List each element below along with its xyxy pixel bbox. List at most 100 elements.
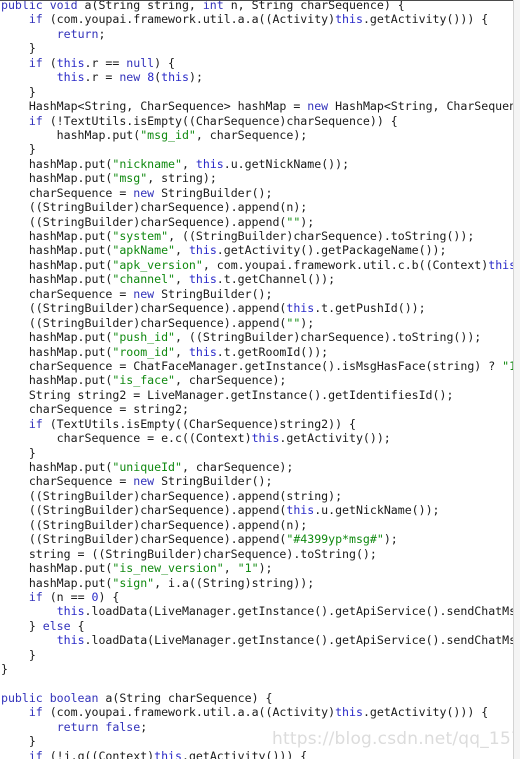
code-token-pln: (TextUtils.isEmpty((CharSequence)string2… — [42, 416, 356, 431]
code-line: this.loadData(LiveManager.getInstance().… — [0, 633, 513, 647]
code-token-pln: charSequence = e.c((Context) — [1, 431, 252, 446]
code-token-kw: new — [119, 70, 141, 85]
code-token-str: "channel" — [112, 272, 176, 287]
code-line: if (TextUtils.isEmpty((CharSequence)stri… — [0, 417, 513, 431]
code-token-str: "sign" — [112, 575, 155, 590]
code-token-pln: , — [175, 272, 189, 287]
code-line: hashMap.put("sign", i.a((String)string))… — [0, 576, 513, 590]
code-token-pln: charSequence = — [1, 286, 134, 301]
code-token-pln: .u.getNickName()); — [223, 156, 350, 171]
code-token-pln: hashMap.put( — [1, 561, 113, 576]
code-token-pln: hashMap.put( — [1, 243, 113, 258]
code-token-pln: HashMap<String, CharSequence — [328, 99, 513, 114]
code-token-pln: .r = — [84, 70, 120, 85]
code-line: this.loadData(LiveManager.getInstance().… — [0, 604, 513, 618]
code-token-pln: hashMap.put( — [1, 127, 141, 142]
code-token-pln: hashMap.put( — [1, 156, 113, 171]
code-token-kw: int — [202, 0, 224, 12]
code-line: if (com.youpai.framework.util.a.a((Activ… — [0, 12, 513, 26]
code-token-pln: { — [70, 618, 85, 633]
code-line: } — [0, 41, 513, 55]
code-line: hashMap.put("is_new_version", "1"); — [0, 561, 513, 575]
code-token-str: "is_new_version" — [112, 561, 224, 576]
code-line: } — [0, 734, 513, 748]
code-token-pln: , — [223, 561, 238, 576]
code-token-pln: ((StringBuilder)charSequence).append( — [1, 532, 287, 547]
code-token-pln — [1, 590, 29, 604]
code-token-pln: (n == — [42, 589, 92, 604]
code-token-str: "room_id" — [112, 344, 176, 359]
code-token-pln — [1, 114, 29, 128]
code-line: hashMap.put("push_id", ((StringBuilder)c… — [0, 330, 513, 344]
code-token-pln: } — [1, 618, 43, 633]
code-token-this: this — [251, 431, 280, 446]
code-viewer[interactable]: public void a(String string, int n, Stri… — [0, 0, 520, 759]
code-token-this: this — [188, 344, 217, 359]
code-token-pln: , charSequence); — [181, 460, 294, 474]
code-token-str: "push_id" — [112, 330, 176, 345]
code-token-kw: if — [28, 748, 43, 759]
vertical-scrollbar-track[interactable] — [513, 0, 520, 759]
code-token-this: this — [286, 503, 315, 518]
code-token-pln: .getActivity())) { — [362, 12, 489, 27]
code-token-pln: } — [1, 41, 36, 56]
code-line: ((StringBuilder)charSequence).append(thi… — [0, 301, 513, 315]
code-line: if (!j.g((Context)this.getActivity())) { — [0, 749, 513, 759]
code-token-pln: .t.getRoomId()); — [216, 344, 329, 359]
code-token-pln: a(String charSequence) { — [98, 691, 273, 705]
code-line: hashMap.put("apk_version", com.youpai.fr… — [0, 258, 513, 272]
code-token-pln: ) { — [98, 589, 120, 604]
code-token-pln: } — [1, 142, 36, 157]
code-token-kw: if — [28, 113, 43, 128]
code-line: if (com.youpai.framework.util.a.a((Activ… — [0, 705, 513, 719]
code-token-pln — [1, 604, 57, 618]
code-token-pln: hashMap.put( — [1, 373, 113, 388]
code-token-kw: if — [28, 55, 43, 70]
code-line: ((StringBuilder)charSequence).append("")… — [0, 316, 513, 330]
code-token-pln: charSequence = — [1, 185, 134, 200]
code-token-pln: String string2 = LiveManager.getInstance… — [1, 387, 454, 402]
code-token-str: "" — [286, 315, 301, 330]
code-token-this: this — [56, 55, 85, 70]
code-line: } — [0, 142, 513, 156]
code-line: charSequence = ChatFaceManager.getInstan… — [0, 359, 513, 373]
code-token-pln — [1, 27, 57, 41]
code-token-pln: StringBuilder(); — [154, 185, 273, 200]
code-line: hashMap.put("is_face", charSequence); — [0, 373, 513, 387]
code-token-str: "apk_version" — [112, 257, 203, 272]
code-token-str: "msg_id" — [140, 127, 196, 142]
code-token-kw: return — [56, 26, 99, 41]
code-token-this: this — [286, 301, 315, 316]
code-token-kw: new — [307, 99, 329, 114]
code-line: HashMap<String, CharSequence> hashMap = … — [0, 99, 513, 113]
code-line: ((StringBuilder)charSequence).append(thi… — [0, 503, 513, 517]
code-token-pln: ((StringBuilder)charSequence).append(n); — [1, 517, 308, 532]
code-token-str: "1" — [237, 561, 259, 576]
code-token-pln: , i.a((String)string)); — [154, 575, 315, 590]
code-token-pln: .loadData(LiveManager.getInstance().getA… — [84, 633, 513, 648]
code-line: } else { — [0, 619, 513, 633]
code-token-pln: ((StringBuilder)charSequence).append( — [1, 503, 287, 518]
code-line: hashMap.put("apkName", this.getActivity(… — [0, 243, 513, 257]
code-line: if (!TextUtils.isEmpty((CharSequence)cha… — [0, 114, 513, 128]
code-token-pln: .getActivity())) { — [362, 705, 489, 720]
code-line: } — [0, 85, 513, 99]
code-token-this: this — [488, 257, 513, 272]
code-line: hashMap.put("nickname", this.u.getNickNa… — [0, 157, 513, 171]
code-token-this: this — [56, 633, 85, 648]
code-text-surface[interactable]: public void a(String string, int n, Stri… — [0, 0, 513, 759]
code-token-pln: charSequence = — [1, 474, 134, 489]
code-token-pln: (!j.g((Context) — [42, 748, 155, 759]
code-token-this: this — [56, 604, 85, 619]
code-token-kw: public boolean — [1, 691, 99, 705]
code-token-pln: ); — [188, 70, 203, 85]
code-token-pln: ((StringBuilder)charSequence).append( — [1, 301, 287, 316]
code-token-pln: ); — [383, 532, 398, 547]
code-line: ((StringBuilder)charSequence).append("#4… — [0, 532, 513, 546]
code-token-str: "" — [286, 214, 301, 229]
code-token-kw: if — [28, 12, 43, 27]
code-token-pln: ; — [98, 26, 106, 41]
code-token-pln — [1, 56, 29, 70]
code-line: ((StringBuilder)charSequence).append("")… — [0, 215, 513, 229]
code-token-pln: hashMap.put( — [1, 575, 113, 590]
